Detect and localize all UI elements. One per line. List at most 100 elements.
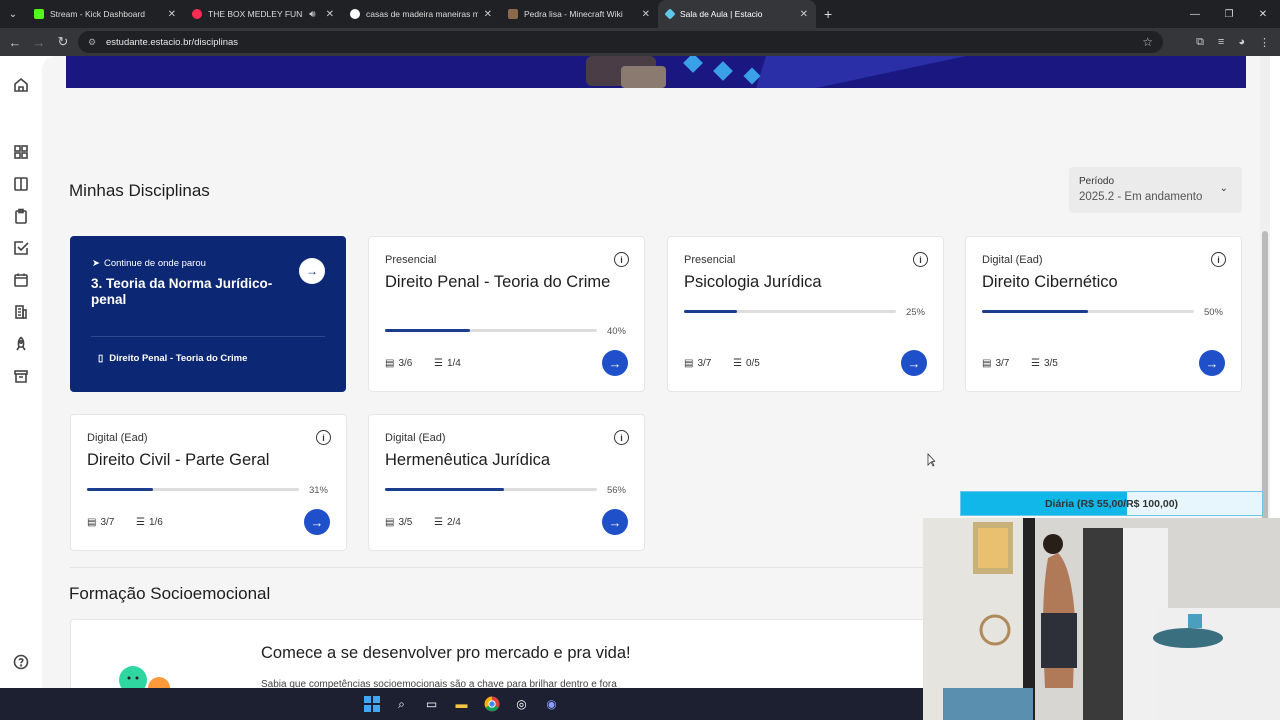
info-icon[interactable]: i bbox=[1211, 252, 1226, 267]
continue-label: ➤ Continue de onde parou bbox=[92, 258, 206, 269]
media-controls-icon[interactable]: ≡ bbox=[1218, 36, 1224, 48]
close-tab-icon[interactable]: ✕ bbox=[168, 9, 176, 20]
browser-tab[interactable]: THE BOX MEDLEY FUNK 3🔊︎✕ bbox=[184, 0, 342, 28]
site-info-icon[interactable]: ⚙ bbox=[88, 37, 98, 47]
course-card[interactable]: Presencial i Psicologia Jurídica 25% ▤ 3/… bbox=[667, 236, 944, 392]
socio-text: Sabia que competências socioemocionais s… bbox=[261, 679, 617, 688]
app-sidebar bbox=[0, 56, 42, 688]
info-icon[interactable]: i bbox=[316, 430, 331, 445]
webcam-video bbox=[923, 518, 1280, 720]
hero-banner bbox=[66, 56, 1246, 88]
close-window-icon[interactable]: ✕ bbox=[1246, 9, 1280, 20]
checklist-icon: ☰ bbox=[434, 358, 443, 369]
menu-icon[interactable]: ⋮ bbox=[1259, 36, 1270, 49]
periodo-label: Período bbox=[1079, 176, 1115, 187]
course-card[interactable]: Presencial i Direito Penal - Teoria do C… bbox=[368, 236, 645, 392]
progress-percent: 25% bbox=[905, 307, 925, 318]
open-course-button[interactable]: → bbox=[602, 350, 628, 376]
close-tab-icon[interactable]: ✕ bbox=[800, 9, 808, 20]
browser-tab[interactable]: Pedra lisa - Minecraft Wiki ✕ bbox=[500, 0, 658, 28]
search-icon[interactable]: ⌕ bbox=[393, 695, 411, 713]
course-title: Psicologia Jurídica bbox=[684, 273, 822, 291]
browser-tab-active[interactable]: Sala de Aula | Estacio ✕ bbox=[658, 0, 816, 28]
progress-fill bbox=[982, 310, 1088, 313]
home-icon[interactable] bbox=[12, 76, 30, 94]
archive-icon[interactable] bbox=[12, 367, 30, 385]
rocket-icon[interactable] bbox=[12, 335, 30, 353]
lessons-stat: ▤ 3/6 bbox=[385, 358, 413, 369]
continue-card[interactable]: ➤ Continue de onde parou 3. Teoria da Nor… bbox=[70, 236, 346, 392]
progress-percent: 50% bbox=[1203, 307, 1223, 318]
socioemocional-card[interactable]: Comece a se desenvolver pro mercado e pr… bbox=[70, 619, 930, 688]
section-divider bbox=[70, 567, 930, 568]
webcam-overlay bbox=[923, 518, 1280, 720]
checklist-icon: ☰ bbox=[136, 517, 145, 528]
navigation-arrow-icon: ➤ bbox=[92, 258, 100, 269]
progress-track bbox=[87, 488, 299, 491]
open-course-button[interactable]: → bbox=[602, 509, 628, 535]
progress-percent: 31% bbox=[308, 485, 328, 496]
open-course-button[interactable]: → bbox=[304, 509, 330, 535]
extensions-icon[interactable]: ⧉ bbox=[1196, 36, 1204, 49]
clipboard-icon[interactable] bbox=[12, 207, 30, 225]
lessons-stat: ▤ 3/7 bbox=[684, 358, 712, 369]
browser-tab[interactable]: Stream - Kick Dashboard ✕ bbox=[26, 0, 184, 28]
forward-icon[interactable]: → bbox=[27, 35, 51, 50]
speaker-icon[interactable]: 🔊︎ bbox=[309, 9, 315, 20]
checkbox-icon[interactable] bbox=[12, 239, 30, 257]
course-modality: Presencial bbox=[385, 254, 437, 266]
lessons-stat: ▤ 3/7 bbox=[982, 358, 1010, 369]
reload-icon[interactable]: ↻ bbox=[51, 34, 75, 50]
divider bbox=[91, 336, 325, 337]
discord-icon[interactable]: ◉ bbox=[543, 695, 561, 713]
help-icon[interactable] bbox=[12, 653, 30, 671]
chrome-icon[interactable] bbox=[483, 695, 501, 713]
maximize-icon[interactable]: ❐ bbox=[1212, 9, 1246, 20]
course-modality: Presencial bbox=[684, 254, 736, 266]
calendar-icon[interactable] bbox=[12, 271, 30, 289]
course-card[interactable]: Digital (Ead) i Direito Civil - Parte Ge… bbox=[70, 414, 347, 551]
info-icon[interactable]: i bbox=[614, 430, 629, 445]
progress-track bbox=[385, 488, 597, 491]
open-course-button[interactable]: → bbox=[1199, 350, 1225, 376]
youtube-favicon-icon bbox=[192, 9, 202, 19]
progress-track bbox=[684, 310, 896, 313]
progress-fill bbox=[385, 329, 470, 332]
course-card[interactable]: Digital (Ead) i Hermenêutica Jurídica 56… bbox=[368, 414, 645, 551]
windows-start-icon[interactable] bbox=[363, 695, 381, 713]
building-icon[interactable] bbox=[12, 303, 30, 321]
new-tab-icon[interactable]: + bbox=[824, 6, 832, 22]
tasks-stat: ☰ 1/6 bbox=[136, 517, 163, 528]
bookmark-star-icon[interactable]: ☆ bbox=[1142, 35, 1153, 49]
info-icon[interactable]: i bbox=[614, 252, 629, 267]
info-icon[interactable]: i bbox=[913, 252, 928, 267]
close-tab-icon[interactable]: ✕ bbox=[326, 9, 334, 20]
open-course-button[interactable]: → bbox=[901, 350, 927, 376]
close-tab-icon[interactable]: ✕ bbox=[642, 9, 650, 20]
continue-arrow-button[interactable]: → bbox=[299, 258, 325, 284]
progress-fill bbox=[684, 310, 737, 313]
course-card[interactable]: Digital (Ead) i Direito Cibernético 50% … bbox=[965, 236, 1242, 392]
url-text: estudante.estacio.br/disciplinas bbox=[106, 36, 239, 48]
continue-course: ▯ Direito Penal - Teoria do Crime bbox=[98, 353, 248, 364]
obs-icon[interactable]: ◎ bbox=[513, 695, 531, 713]
window-controls: — ❐ ✕ bbox=[1178, 0, 1280, 28]
browser-tab[interactable]: casas de madeira maneiras min ✕ bbox=[342, 0, 500, 28]
profile-avatar-icon[interactable]: ◕ bbox=[1238, 36, 1245, 48]
course-title: Hermenêutica Jurídica bbox=[385, 451, 551, 469]
periodo-value: 2025.2 - Em andamento bbox=[1079, 191, 1203, 203]
book-icon[interactable] bbox=[12, 175, 30, 193]
grid-icon[interactable] bbox=[12, 143, 30, 161]
file-explorer-icon[interactable]: ▬ bbox=[453, 695, 471, 713]
course-modality: Digital (Ead) bbox=[87, 432, 148, 444]
task-view-icon[interactable]: ▭ bbox=[423, 695, 441, 713]
close-tab-icon[interactable]: ✕ bbox=[484, 9, 492, 20]
tab-search-chevron-icon[interactable]: ⌄ bbox=[0, 0, 26, 28]
mouse-cursor-icon bbox=[927, 453, 935, 467]
periodo-select[interactable]: Período 2025.2 - Em andamento ⌄ bbox=[1069, 167, 1242, 213]
lessons-stat: ▤ 3/5 bbox=[385, 517, 413, 528]
minimize-icon[interactable]: — bbox=[1178, 9, 1212, 20]
address-bar[interactable]: ⚙ estudante.estacio.br/disciplinas ☆ bbox=[78, 31, 1163, 53]
daily-goal-overlay: Diária (R$ 55,00/R$ 100,00) bbox=[960, 491, 1263, 516]
back-icon[interactable]: ← bbox=[3, 35, 27, 50]
